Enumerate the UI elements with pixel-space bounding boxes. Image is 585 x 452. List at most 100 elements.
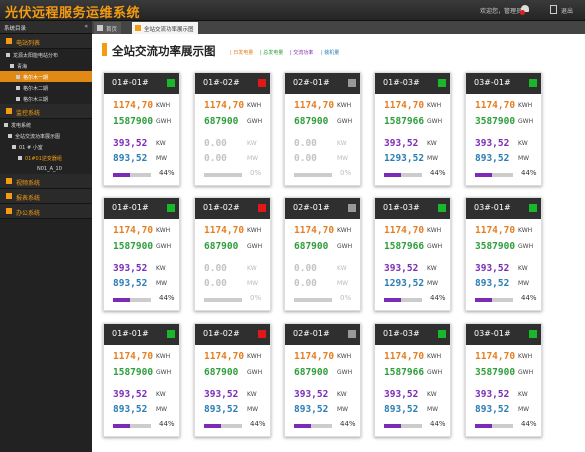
card-header: 01#-02#: [195, 73, 270, 94]
sidebar-tree-item[interactable]: N01_A_10: [0, 163, 92, 174]
sidebar-section[interactable]: 视频系统: [0, 174, 92, 189]
inverter-card[interactable]: 03#-01# 1174,70 KWH 3587900 GWH 393,52 KW 893,5…: [465, 72, 542, 186]
unit-day: KWH: [518, 353, 533, 360]
unit-power: KW: [247, 265, 257, 272]
status-indicator-icon: [258, 330, 266, 338]
inverter-name: 01#-03#: [383, 78, 420, 87]
load-progress-bar: [113, 173, 151, 177]
load-percent: 44%: [159, 169, 175, 177]
value-power: 0.00: [294, 138, 317, 149]
inverter-card[interactable]: 03#-01# 1174,70 KWH 3587900 GWH 393,52 KW 893,5…: [465, 197, 542, 311]
load-percent: 44%: [521, 294, 537, 302]
value-total: 687900: [294, 367, 329, 378]
notification-bell-icon[interactable]: [520, 4, 530, 15]
inverter-card[interactable]: 02#-01# 1174,70 KWH 687900 GWH 393,52 KW 893,52…: [284, 323, 361, 437]
sidebar-tree-item[interactable]: 01 # 小室: [0, 141, 92, 152]
unit-total: GWH: [518, 118, 534, 125]
value-total: 1587966: [384, 241, 425, 252]
value-capacity: 0.00: [294, 153, 317, 164]
unit-day: KWH: [247, 102, 262, 109]
tree-node-icon: [10, 64, 14, 68]
sidebar-tree-label: 发电系统: [11, 122, 32, 129]
value-capacity: 893,52: [113, 404, 148, 415]
card-header: 01#-01#: [104, 324, 179, 345]
value-power: 393,52: [475, 263, 510, 274]
top-bar: 光伏远程服务运维系统 欢迎您，管理员！ 退出: [0, 0, 585, 21]
inverter-card[interactable]: 01#-02# 1174,70 KWH 687900 GWH 393,52 KW 893,52…: [194, 323, 271, 437]
sidebar-section[interactable]: 办公系统: [0, 204, 92, 219]
inverter-card[interactable]: 01#-01# 1174,70 KWH 1587900 GWH 393,52 KW 893,5…: [103, 323, 180, 437]
card-header: 02#-01#: [285, 324, 360, 345]
sidebar-tree-item[interactable]: 全站交流功率展示图: [0, 130, 92, 141]
value-total: 1587900: [113, 241, 154, 252]
inverter-name: 01#-02#: [203, 78, 240, 87]
card-header: 01#-01#: [104, 73, 179, 94]
sidebar-tree-item[interactable]: 格尔木二期: [0, 82, 92, 93]
sidebar-tree-item[interactable]: 格尔木三期: [0, 93, 92, 104]
inverter-card[interactable]: 01#-03# 1174,70 KWH 1587966 GWH 393,52 KW 1293,…: [374, 72, 451, 186]
sidebar-section[interactable]: 报表系统: [0, 189, 92, 204]
inverter-card[interactable]: 01#-03# 1174,70 KWH 1587966 GWH 393,52 KW 1293,…: [374, 197, 451, 311]
unit-day: KWH: [156, 353, 171, 360]
value-day: 1174,70: [384, 351, 425, 362]
load-percent: 0%: [340, 169, 352, 177]
sidebar-tree-label: 全站交流功率展示图: [15, 133, 61, 140]
value-day: 1174,70: [113, 100, 154, 111]
exit-icon[interactable]: [550, 5, 557, 14]
sidebar-collapse-icon[interactable]: «: [84, 23, 88, 30]
card-header: 02#-01#: [285, 198, 360, 219]
sidebar-tree-label: N01_A_10: [37, 165, 62, 172]
value-power: 393,52: [113, 138, 148, 149]
unit-total: GWH: [247, 243, 263, 250]
exit-button[interactable]: 退出: [561, 6, 573, 15]
sidebar-tree-item[interactable]: 01#01逆变器组: [0, 152, 92, 163]
inverter-card[interactable]: 02#-01# 1174,70 KWH 687900 GWH 0.00 KW 0.00 MW 0%: [284, 197, 361, 311]
sidebar-section-label: 视频系统: [16, 180, 41, 187]
value-total: 3587900: [475, 241, 516, 252]
tree-node-icon: [18, 156, 22, 160]
sidebar-tree-label: 01 # 小室: [19, 144, 43, 151]
sidebar-tree-label: 01#01逆变器组: [25, 155, 62, 162]
inverter-card[interactable]: 01#-02# 1174,70 KWH 687900 GWH 0.00 KW 0.00 MW 0%: [194, 197, 271, 311]
inverter-card[interactable]: 01#-01# 1174,70 KWH 1587900 GWH 393,52 KW 893,5…: [103, 72, 180, 186]
inverter-card[interactable]: 02#-01# 1174,70 KWH 687900 GWH 0.00 KW 0.00 MW 0%: [284, 72, 361, 186]
unit-day: KWH: [156, 227, 171, 234]
card-header: 02#-01#: [285, 73, 360, 94]
load-percent: 44%: [250, 420, 266, 428]
sidebar-section[interactable]: 电站列表: [0, 34, 92, 49]
inverter-card[interactable]: 03#-01# 1174,70 KWH 3587900 GWH 393,52 KW 893,5…: [465, 323, 542, 437]
status-indicator-icon: [438, 79, 446, 87]
unit-total: GWH: [247, 369, 263, 376]
unit-capacity: MW: [247, 406, 259, 413]
inverter-name: 01#-01#: [112, 78, 149, 87]
inverter-card[interactable]: 01#-03# 1174,70 KWH 1587966 GWH 393,52 KW 893,5…: [374, 323, 451, 437]
sidebar-tree-label: 青海: [17, 63, 28, 70]
section-icon: [6, 208, 12, 214]
unit-power: KW: [427, 391, 437, 398]
inverter-card[interactable]: 01#-01# 1174,70 KWH 1587900 GWH 393,52 KW 893,5…: [103, 197, 180, 311]
unit-total: GWH: [247, 118, 263, 125]
inverter-card[interactable]: 01#-02# 1174,70 KWH 687900 GWH 0.00 KW 0.00 MW 0%: [194, 72, 271, 186]
sidebar-tree-item[interactable]: 格尔木一期: [0, 71, 92, 82]
value-total: 687900: [294, 116, 329, 127]
sidebar-section[interactable]: 监控系统: [0, 104, 92, 119]
tree-node-icon: [16, 86, 20, 90]
load-progress-fill: [113, 424, 130, 428]
unit-total: GWH: [156, 118, 172, 125]
status-indicator-icon: [258, 204, 266, 212]
status-indicator-icon: [348, 330, 356, 338]
sidebar-tree-item[interactable]: 发电系统: [0, 119, 92, 130]
load-progress-fill: [475, 424, 492, 428]
sidebar-tree-item[interactable]: 龙源太阳能电站分布: [0, 49, 92, 60]
tab-home[interactable]: 首页: [94, 22, 122, 34]
value-total: 1587900: [113, 367, 154, 378]
main-area: 首页 全站交流功率展示图 全站交流功率展示图 | 日发电量 | 总发电量 | 交流功…: [92, 21, 585, 452]
unit-power: KW: [156, 140, 166, 147]
sidebar-tree-item[interactable]: 青海: [0, 60, 92, 71]
page-icon: [135, 25, 141, 31]
load-percent: 44%: [430, 294, 446, 302]
unit-total: GWH: [518, 369, 534, 376]
tab-power-overview[interactable]: 全站交流功率展示图: [132, 22, 198, 34]
value-capacity: 893,52: [113, 278, 148, 289]
unit-capacity: MW: [427, 406, 439, 413]
